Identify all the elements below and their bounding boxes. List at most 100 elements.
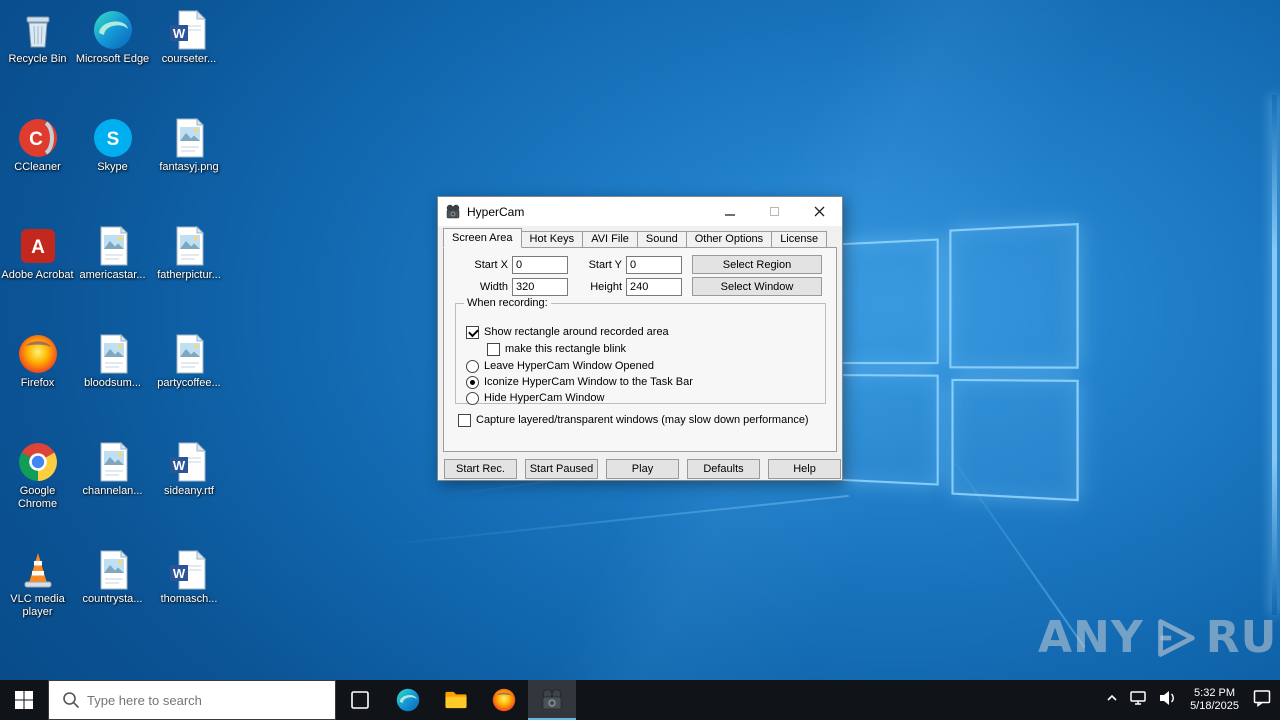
taskbar-search[interactable] bbox=[48, 680, 336, 720]
defaults-button[interactable]: Defaults bbox=[687, 459, 760, 479]
close-button[interactable] bbox=[797, 197, 842, 226]
desktop-icon-partycoffee-image[interactable]: partycoffee... bbox=[152, 332, 226, 440]
ccleaner-icon bbox=[16, 116, 60, 160]
taskbar: 5:32 PM 5/18/2025 bbox=[0, 680, 1280, 720]
desktop-icon-label: fantasyj.png bbox=[159, 161, 219, 173]
image-file-icon bbox=[167, 224, 211, 268]
desktop-icon-label: Google Chrome bbox=[17, 485, 58, 510]
start-button[interactable] bbox=[0, 680, 48, 720]
start-rec-button[interactable]: Start Rec. bbox=[444, 459, 517, 479]
search-input[interactable] bbox=[49, 681, 335, 719]
desktop-icon-ccleaner[interactable]: CCleaner bbox=[1, 116, 75, 224]
firefox-icon bbox=[491, 687, 517, 713]
blink-rectangle-checkbox[interactable]: make this rectangle blink bbox=[487, 342, 626, 356]
desktop-icon-thomasch-doc[interactable]: thomasch... bbox=[152, 548, 226, 656]
desktop-icon-google-chrome[interactable]: Google Chrome bbox=[1, 440, 75, 548]
height-input[interactable] bbox=[626, 278, 682, 296]
when-recording-label: When recording: bbox=[467, 297, 548, 309]
minimize-button[interactable] bbox=[707, 197, 752, 226]
when-recording-group: When recording: Show rectangle around re… bbox=[455, 297, 826, 405]
start-paused-button[interactable]: Start Paused bbox=[525, 459, 598, 479]
desktop-icon-label: courseter... bbox=[161, 53, 217, 65]
width-input[interactable] bbox=[512, 278, 568, 296]
taskbar-firefox-button[interactable] bbox=[480, 680, 528, 720]
taskbar-edge-button[interactable] bbox=[384, 680, 432, 720]
help-button[interactable]: Help bbox=[768, 459, 841, 479]
minimize-icon bbox=[724, 213, 735, 216]
action-center-button[interactable] bbox=[1252, 688, 1272, 713]
play-button[interactable]: Play bbox=[606, 459, 679, 479]
select-window-button[interactable]: Select Window bbox=[692, 277, 822, 296]
show-rectangle-checkbox[interactable]: Show rectangle around recorded area bbox=[466, 325, 669, 339]
desktop-icon-countrysta-image[interactable]: countrysta... bbox=[76, 548, 150, 656]
desktop-icon-fatherpictur-image[interactable]: fatherpictur... bbox=[152, 224, 226, 332]
task-view-icon bbox=[349, 689, 371, 711]
desktop-icon-channelan-image[interactable]: channelan... bbox=[76, 440, 150, 548]
hypercam-icon bbox=[445, 204, 461, 220]
desktop-icon-bloodsum-image[interactable]: bloodsum... bbox=[76, 332, 150, 440]
anyrun-watermark: ANY RUN bbox=[1038, 612, 1280, 663]
image-file-icon bbox=[91, 440, 135, 484]
radio-unchecked-icon bbox=[466, 359, 479, 373]
taskbar-hypercam-button[interactable] bbox=[528, 680, 576, 720]
maximize-button[interactable] bbox=[752, 197, 797, 226]
desktop-wallpaper: Recycle Bin Microsoft Edge courseter... … bbox=[0, 0, 1280, 680]
desktop-icon-vlc[interactable]: VLC media player bbox=[1, 548, 75, 656]
clock-time: 5:32 PM bbox=[1194, 687, 1236, 699]
close-icon bbox=[814, 206, 825, 217]
desktop-icon-label: CCleaner bbox=[14, 161, 61, 173]
desktop-icon-grid: Recycle Bin Microsoft Edge courseter... … bbox=[0, 8, 230, 656]
leave-window-opened-radio[interactable]: Leave HyperCam Window Opened bbox=[466, 359, 654, 373]
desktop-icon-label: partycoffee... bbox=[157, 377, 221, 389]
tab-sound[interactable]: Sound bbox=[637, 231, 687, 248]
desktop-icon-firefox[interactable]: Firefox bbox=[1, 332, 75, 440]
option-label: make this rectangle blink bbox=[505, 343, 627, 355]
desktop-icon-courseter-doc[interactable]: courseter... bbox=[152, 8, 226, 116]
taskbar-clock[interactable]: 5:32 PM 5/18/2025 bbox=[1186, 687, 1243, 713]
desktop-icon-label: VLC media player bbox=[10, 593, 65, 618]
desktop-icon-microsoft-edge[interactable]: Microsoft Edge bbox=[76, 8, 150, 116]
windows-start-icon bbox=[14, 690, 34, 710]
tray-volume-button[interactable] bbox=[1157, 688, 1177, 713]
desktop-icon-sideany-rtf[interactable]: sideany.rtf bbox=[152, 440, 226, 548]
tab-license[interactable]: License bbox=[772, 231, 828, 248]
select-region-button[interactable]: Select Region bbox=[692, 255, 822, 274]
desktop-icon-label: bloodsum... bbox=[84, 377, 141, 389]
desktop-icon-adobe-acrobat[interactable]: Adobe Acrobat bbox=[1, 224, 75, 332]
option-label: Show rectangle around recorded area bbox=[484, 326, 669, 338]
desktop-icon-label: Microsoft Edge bbox=[75, 53, 150, 65]
tab-hot-keys[interactable]: Hot Keys bbox=[521, 231, 584, 248]
edge-icon bbox=[395, 687, 421, 713]
hide-window-radio[interactable]: Hide HyperCam Window bbox=[466, 391, 604, 405]
file-explorer-icon bbox=[443, 687, 469, 713]
tray-show-hidden-icons[interactable] bbox=[1105, 691, 1119, 710]
iconize-window-radio[interactable]: Iconize HyperCam Window to the Task Bar bbox=[466, 375, 693, 389]
width-label: Width bbox=[479, 281, 508, 293]
desktop-icon-label: americastar... bbox=[79, 269, 146, 281]
tab-other-options[interactable]: Other Options bbox=[686, 231, 773, 248]
watermark-run-text: RUN bbox=[1205, 612, 1280, 663]
task-view-button[interactable] bbox=[336, 680, 384, 720]
desktop-icon-americastar-image[interactable]: americastar... bbox=[76, 224, 150, 332]
window-title: HyperCam bbox=[467, 204, 525, 219]
desktop-icon-label: Skype bbox=[97, 161, 128, 173]
tray-network-button[interactable] bbox=[1128, 688, 1148, 713]
image-file-icon bbox=[91, 332, 135, 376]
desktop-icon-recycle-bin[interactable]: Recycle Bin bbox=[1, 8, 75, 116]
start-x-input[interactable] bbox=[512, 256, 568, 274]
system-tray: 5:32 PM 5/18/2025 bbox=[1105, 680, 1280, 720]
desktop-icon-label: channelan... bbox=[82, 485, 143, 497]
adobe-acrobat-icon bbox=[16, 224, 60, 268]
tab-screen-area[interactable]: Screen Area bbox=[443, 228, 522, 248]
hypercam-icon bbox=[540, 688, 564, 712]
option-label: Capture layered/transparent windows (may… bbox=[476, 414, 809, 426]
recycle-bin-icon bbox=[16, 8, 60, 52]
desktop-icon-label: thomasch... bbox=[160, 593, 218, 605]
capture-layered-checkbox[interactable]: Capture layered/transparent windows (may… bbox=[458, 413, 809, 427]
taskbar-file-explorer-button[interactable] bbox=[432, 680, 480, 720]
tab-avi-file[interactable]: AVI File bbox=[583, 231, 638, 248]
desktop-icon-skype[interactable]: Skype bbox=[76, 116, 150, 224]
desktop-icon-fantasyj-png[interactable]: fantasyj.png bbox=[152, 116, 226, 224]
speaker-icon bbox=[1157, 688, 1177, 708]
start-y-input[interactable] bbox=[626, 256, 682, 274]
